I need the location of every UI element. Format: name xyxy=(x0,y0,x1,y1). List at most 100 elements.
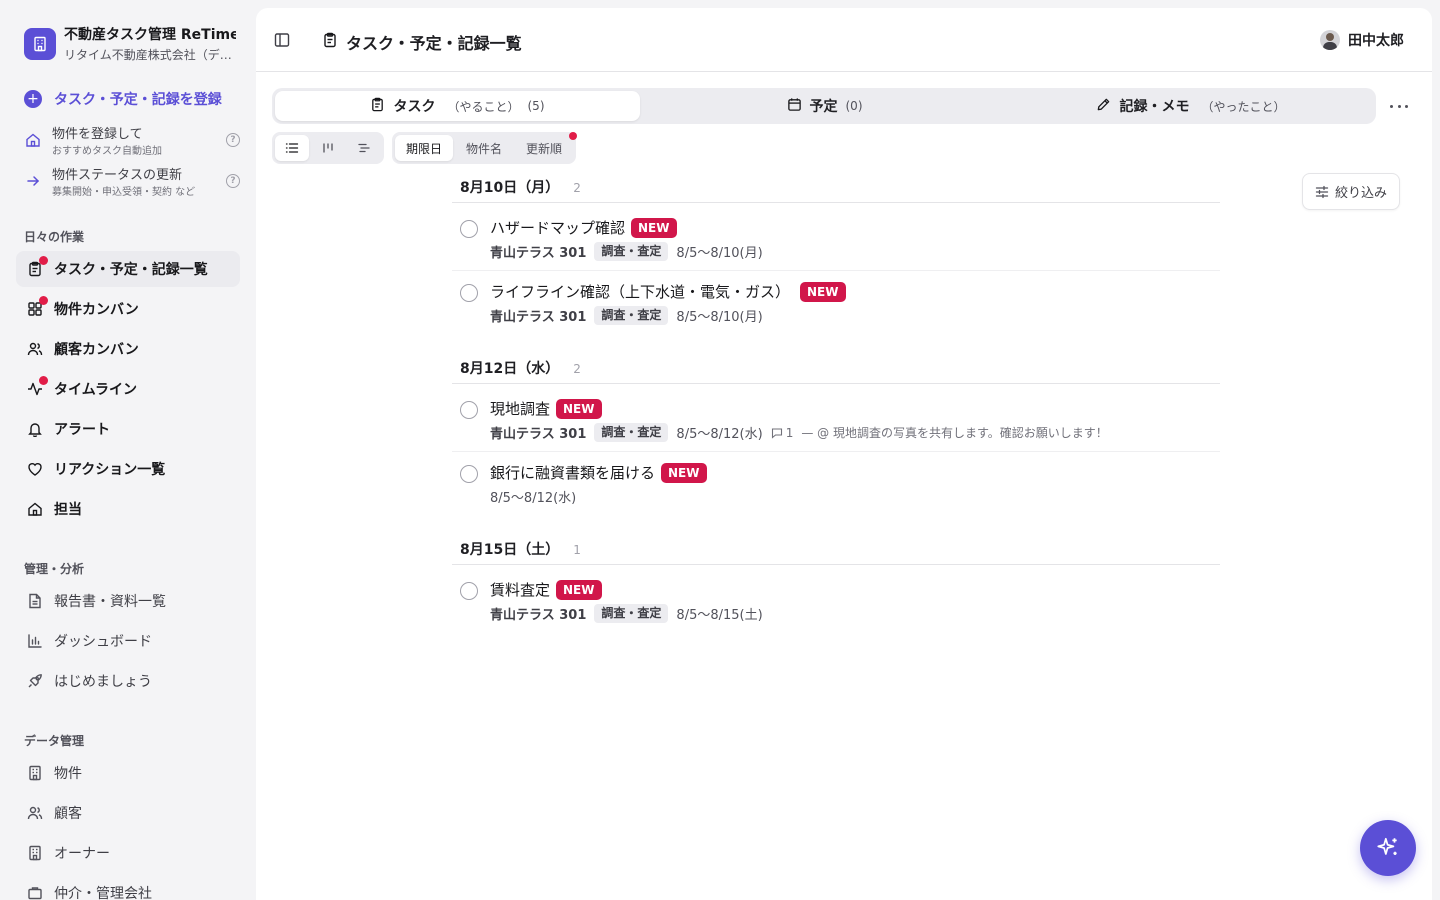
sidebar-item-label: 担当 xyxy=(54,502,82,518)
tab-count: (5) xyxy=(527,99,545,113)
sidebar-item-properties[interactable]: 物件 xyxy=(16,755,240,791)
status-update-button[interactable]: 物件ステータスの更新 募集開始・申込受領・契約 など ? xyxy=(24,165,240,198)
task-period: 8/5〜8/12(水) xyxy=(490,491,577,506)
gantt-view-button[interactable] xyxy=(347,135,381,161)
task-checkbox[interactable] xyxy=(460,465,478,483)
tab-schedule[interactable]: 予定 (0) xyxy=(642,91,1007,121)
status-update-title: 物件ステータスの更新 xyxy=(52,168,183,183)
calendar-icon xyxy=(787,97,802,116)
tab-records[interactable]: 記録・メモ （やったこと） xyxy=(1009,91,1373,121)
gantt-icon xyxy=(358,143,370,153)
user-menu[interactable]: 田中太郎 xyxy=(1320,30,1404,50)
status-update-sub: 募集開始・申込受領・契約 など xyxy=(52,187,196,198)
view-mode-toggle xyxy=(272,132,384,164)
sidebar-item-label: 物件カンバン xyxy=(54,302,139,318)
comment-count[interactable]: 1 xyxy=(771,425,794,440)
task-checkbox[interactable] xyxy=(460,284,478,302)
divider xyxy=(452,564,1220,565)
sliders-icon xyxy=(1315,185,1329,198)
task-row[interactable]: ライフライン確認（上下水道・電気・ガス） NEW 青山テラス 301 調査・査定… xyxy=(452,271,1220,335)
date-group-header: 8月12日（水） 2 xyxy=(460,358,581,378)
sidebar-item-timeline[interactable]: タイムライン xyxy=(16,371,240,407)
sidebar-item-reactions[interactable]: リアクション一覧 xyxy=(16,451,240,487)
help-icon[interactable]: ? xyxy=(226,174,240,188)
comment-preview: — @ 現地調査の写真を共有します。確認お願いします！ xyxy=(801,426,1108,440)
new-badge: NEW xyxy=(661,462,707,483)
sidebar-item-companies[interactable]: 仲介・管理会社 xyxy=(16,875,240,900)
sidebar-item-property-kanban[interactable]: 物件カンバン xyxy=(16,291,240,327)
notification-dot xyxy=(39,376,48,385)
sidebar-item-dashboard[interactable]: ダッシュボード xyxy=(16,623,240,659)
list-view-button[interactable] xyxy=(275,135,309,161)
section-daily: 日々の作業 xyxy=(24,230,85,244)
sparkles-icon xyxy=(1377,837,1397,856)
register-button[interactable]: + タスク・予定・記録を登録 xyxy=(24,88,240,110)
sidebar-item-assigned[interactable]: 担当 xyxy=(16,491,240,527)
sidebar-item-label: 報告書・資料一覧 xyxy=(54,594,166,610)
group-date: 8月12日（水） xyxy=(460,361,560,377)
sidebar-item-customer-kanban[interactable]: 顧客カンバン xyxy=(16,331,240,367)
help-icon[interactable]: ? xyxy=(226,133,240,147)
briefcase-icon xyxy=(26,884,44,900)
building-icon xyxy=(24,27,56,60)
task-row[interactable]: 賃料査定 NEW 青山テラス 301 調査・査定 8/5〜8/15(土) xyxy=(452,569,1220,633)
sidebar-item-getting-started[interactable]: はじめましょう xyxy=(16,663,240,699)
sidebar-item-label: リアクション一覧 xyxy=(54,462,166,478)
sidebar-item-customers[interactable]: 顧客 xyxy=(16,795,240,831)
page-title: タスク・予定・記録一覧 xyxy=(346,34,522,53)
sidebar-item-label: 顧客 xyxy=(54,806,82,822)
task-category: 調査・査定 xyxy=(594,242,669,261)
task-row[interactable]: 銀行に融資書類を届ける NEW 8/5〜8/12(水) xyxy=(452,452,1220,516)
users-icon xyxy=(26,340,44,358)
new-badge: NEW xyxy=(556,579,602,600)
home-icon xyxy=(24,131,42,149)
notification-dot xyxy=(39,256,48,265)
sidebar-item-alerts[interactable]: アラート xyxy=(16,411,240,447)
sidebar-item-label: アラート xyxy=(54,422,110,438)
home-icon xyxy=(26,500,44,518)
task-checkbox[interactable] xyxy=(460,401,478,419)
tab-tasks[interactable]: タスク （やること） (5) xyxy=(275,91,640,121)
sidebar-item-reports[interactable]: 報告書・資料一覧 xyxy=(16,583,240,619)
arrow-right-icon xyxy=(24,172,42,190)
bar-chart-icon xyxy=(26,632,44,650)
sort-property-button[interactable]: 物件名 xyxy=(455,135,513,161)
task-property: 青山テラス 301 xyxy=(490,608,587,623)
tab-sub: （やったこと） xyxy=(1201,99,1286,114)
task-property: 青山テラス 301 xyxy=(490,310,587,325)
task-period: 8/5〜8/10(月) xyxy=(676,246,763,261)
sort-due-button[interactable]: 期限日 xyxy=(395,135,453,161)
comment-icon xyxy=(771,427,782,439)
task-row[interactable]: ハザードマップ確認 NEW 青山テラス 301 調査・査定 8/5〜8/10(月… xyxy=(452,207,1220,271)
ai-assistant-button[interactable] xyxy=(1360,820,1416,876)
more-options-icon[interactable] xyxy=(1390,98,1408,114)
task-title: ライフライン確認（上下水道・電気・ガス） xyxy=(490,283,791,301)
document-icon xyxy=(26,592,44,610)
add-property-button[interactable]: 物件を登録して おすすめタスク自動追加 ? xyxy=(24,124,240,157)
task-checkbox[interactable] xyxy=(460,220,478,238)
new-badge: NEW xyxy=(800,281,846,302)
task-checkbox[interactable] xyxy=(460,582,478,600)
group-count: 1 xyxy=(573,543,581,557)
sidebar-item-label: 仲介・管理会社 xyxy=(54,886,152,900)
sidebar-item-tasks[interactable]: タスク・予定・記録一覧 xyxy=(16,251,240,287)
building-icon xyxy=(26,764,44,782)
task-row[interactable]: 現地調査 NEW 青山テラス 301 調査・査定 8/5〜8/12(水) 1 —… xyxy=(452,388,1220,452)
task-period: 8/5〜8/15(土) xyxy=(676,608,763,623)
filter-button[interactable]: 絞り込み xyxy=(1302,173,1400,210)
users-icon xyxy=(26,804,44,822)
tab-label: 予定 xyxy=(809,99,838,115)
task-category: 調査・査定 xyxy=(594,306,669,325)
sort-updated-button[interactable]: 更新順 xyxy=(515,135,573,161)
task-title: 銀行に融資書類を届ける xyxy=(490,464,656,482)
kanban-view-button[interactable] xyxy=(311,135,345,161)
task-title: 賃料査定 xyxy=(490,581,551,599)
sidebar-item-owners[interactable]: オーナー xyxy=(16,835,240,871)
comment-count-value: 1 xyxy=(785,425,794,440)
brand-name: 不動産タスク管理 ReTime xyxy=(64,27,236,43)
building-icon xyxy=(26,844,44,862)
group-count: 2 xyxy=(573,362,581,376)
task-category: 調査・査定 xyxy=(594,423,669,442)
sidebar-toggle-icon[interactable] xyxy=(274,32,290,48)
brand[interactable]: 不動産タスク管理 ReTime リタイム不動産株式会社（デモ） xyxy=(24,24,236,63)
